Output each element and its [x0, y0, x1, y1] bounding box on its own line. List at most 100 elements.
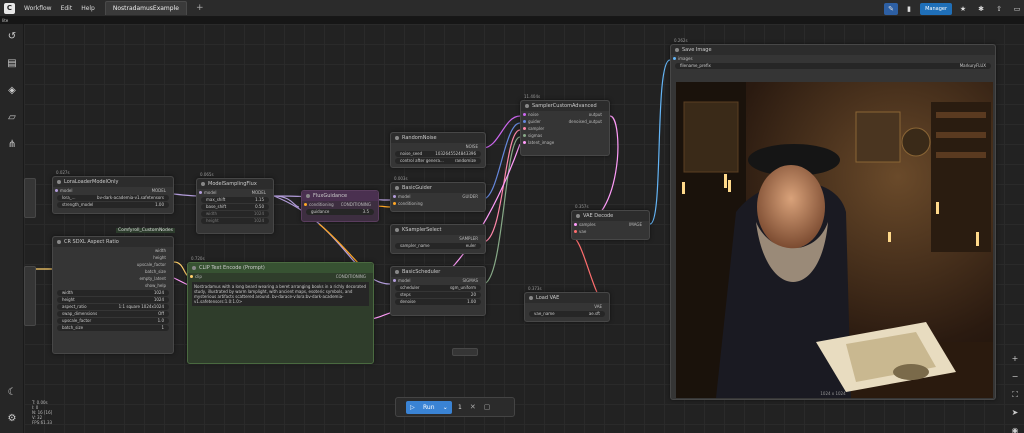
run-button[interactable]: ▷ Run ⌄: [406, 400, 452, 414]
basic-guider-node[interactable]: 0.003s BasicGuider model GUIDER condition…: [390, 176, 486, 212]
node-title[interactable]: VAE Decode: [572, 211, 649, 221]
output-slot[interactable]: NOISE: [391, 143, 485, 150]
basic-scheduler-node[interactable]: BasicScheduler model SIGMAS scheduler sgm_…: [390, 266, 486, 316]
chevron-down-icon[interactable]: ⌄: [443, 401, 448, 414]
output-slot[interactable]: batch_size: [53, 268, 173, 275]
height-widget[interactable]: height 1024: [201, 218, 269, 224]
input-slot[interactable]: model MODEL: [197, 189, 273, 196]
input-slot[interactable]: model SIGMAS: [391, 277, 485, 284]
swap-dimensions-combo[interactable]: swap_dimensions Off: [57, 311, 169, 317]
zoom-out-icon[interactable]: −: [1008, 370, 1022, 383]
menu-help[interactable]: Help: [81, 5, 95, 12]
batch-size-widget[interactable]: batch_size 1: [57, 325, 169, 331]
add-tab-button[interactable]: +: [196, 3, 204, 13]
noise-seed-widget[interactable]: noise_seed 1032645524843396: [395, 151, 481, 157]
node-title[interactable]: CR SDXL Aspect Ratio: [53, 237, 173, 247]
input-slot[interactable]: vae: [572, 228, 649, 235]
steps-widget[interactable]: steps 20: [395, 292, 481, 298]
vae-name-combo[interactable]: vae_name ae.sft: [529, 311, 605, 317]
partial-node-left[interactable]: [24, 178, 36, 218]
input-slot[interactable]: conditioning CONDITIONING: [302, 201, 378, 208]
output-slot[interactable]: VAE: [525, 303, 609, 310]
lora-loader-node[interactable]: 0.027s LoraLoaderModelOnly model MODEL lo…: [52, 170, 174, 214]
batch-count-input[interactable]: 1: [458, 404, 462, 411]
vae-decode-node[interactable]: 0.357s VAE Decode samples IMAGE vae: [571, 204, 650, 240]
theme-moon-icon[interactable]: ☾: [5, 386, 19, 400]
upscale-factor-widget[interactable]: upscale_factor 1.0: [57, 318, 169, 324]
panel-toggle-icon[interactable]: ▭: [1010, 3, 1024, 15]
strength-widget[interactable]: strength_model 1.00: [57, 202, 169, 208]
max-shift-widget[interactable]: max_shift 1.15: [201, 197, 269, 203]
sampler-name-combo[interactable]: sampler_name euler: [395, 243, 481, 249]
ksampler-select-node[interactable]: KSamplerSelect SAMPLER sampler_name euler: [390, 224, 486, 254]
node-title[interactable]: RandomNoise: [391, 133, 485, 143]
partial-node-left[interactable]: [24, 266, 36, 326]
manager-button[interactable]: Manager: [920, 2, 952, 15]
menu-edit[interactable]: Edit: [61, 5, 73, 12]
prompt-textarea[interactable]: Nostradamus with a long beard wearing a …: [192, 282, 369, 306]
output-slot[interactable]: SAMPLER: [391, 235, 485, 242]
base-shift-widget[interactable]: base_shift 0.50: [201, 204, 269, 210]
graph-canvas[interactable]: 0.027s LoraLoaderModelOnly model MODEL lo…: [24, 24, 1024, 433]
folder-icon[interactable]: ▱: [5, 111, 19, 125]
output-slot[interactable]: show_help: [53, 282, 173, 289]
lora-name-combo[interactable]: lora_... bv-dark-academia-v1.safetensors: [57, 195, 169, 201]
visibility-icon[interactable]: ◉: [1008, 424, 1022, 433]
input-slot[interactable]: model GUIDER: [391, 193, 485, 200]
history-icon[interactable]: ↺: [5, 30, 19, 44]
fit-view-icon[interactable]: ⛶: [1008, 388, 1022, 401]
zoom-in-icon[interactable]: +: [1008, 352, 1022, 365]
bookmark-icon[interactable]: ▮: [902, 3, 916, 15]
star-icon[interactable]: ★: [956, 3, 970, 15]
share-icon[interactable]: ⇧: [992, 3, 1006, 15]
settings-icon[interactable]: ✱: [974, 3, 988, 15]
close-icon[interactable]: ✕: [470, 403, 476, 411]
load-vae-node[interactable]: 0.373s Load VAE VAE vae_name ae.sft: [524, 286, 610, 322]
node-title[interactable]: Save Image: [671, 45, 995, 55]
input-slot[interactable]: sigmas: [521, 132, 609, 139]
stop-icon[interactable]: ▢: [484, 403, 491, 411]
node-title[interactable]: BasicScheduler: [391, 267, 485, 277]
input-slot[interactable]: samples IMAGE: [572, 221, 649, 228]
node-title[interactable]: FluxGuidance: [302, 191, 378, 201]
model-sampling-flux-node[interactable]: 0.065s ModelSamplingFlux model MODEL max_…: [196, 172, 274, 234]
save-image-node[interactable]: 0.262s Save Image images filename_prefix…: [670, 38, 996, 400]
input-slot[interactable]: model MODEL: [53, 187, 173, 194]
pointer-icon[interactable]: ➤: [1008, 406, 1022, 419]
control-after-generate-widget[interactable]: control after genera... randomize: [395, 158, 481, 164]
flux-guidance-node[interactable]: FluxGuidance conditioning CONDITIONING gu…: [301, 190, 379, 222]
clip-text-encode-node[interactable]: 0.720s CLIP Text Encode (Prompt) clip CON…: [187, 256, 374, 364]
aspect-ratio-combo[interactable]: aspect_ratio 1:1 square 1024x1024: [57, 304, 169, 310]
input-slot[interactable]: guider denoised_output: [521, 118, 609, 125]
input-slot[interactable]: sampler: [521, 125, 609, 132]
node-title[interactable]: KSamplerSelect: [391, 225, 485, 235]
aspect-ratio-node[interactable]: CR SDXL Aspect Ratio width height upscal…: [52, 236, 174, 354]
height-widget[interactable]: height 1024: [57, 297, 169, 303]
input-slot[interactable]: noise output: [521, 111, 609, 118]
output-slot[interactable]: empty_latent: [53, 275, 173, 282]
input-slot[interactable]: latent_image: [521, 139, 609, 146]
filename-prefix-widget[interactable]: filename_prefix MarkuryFLUX: [675, 63, 991, 69]
scheduler-combo[interactable]: scheduler sgm_uniform: [395, 285, 481, 291]
menu-workflow[interactable]: Workflow: [24, 5, 52, 12]
node-title[interactable]: SamplerCustomAdvanced: [521, 101, 609, 111]
comfy-logo-icon[interactable]: C: [4, 2, 15, 14]
guidance-widget[interactable]: guidance 3.5: [306, 209, 374, 215]
node-library-icon[interactable]: ◈: [5, 84, 19, 98]
queue-list-icon[interactable]: ▤: [5, 57, 19, 71]
input-slot[interactable]: clip CONDITIONING: [188, 273, 373, 280]
settings-gear-icon[interactable]: ⚙: [5, 412, 19, 426]
node-title[interactable]: BasicGuider: [391, 183, 485, 193]
node-title[interactable]: CLIP Text Encode (Prompt): [188, 263, 373, 273]
input-slot[interactable]: images: [671, 55, 995, 62]
sampler-custom-advanced-node[interactable]: 11.404s SamplerCustomAdvanced noise outpu…: [520, 94, 610, 156]
node-title[interactable]: ModelSamplingFlux: [197, 179, 273, 189]
output-slot[interactable]: upscale_factor: [53, 261, 173, 268]
input-slot[interactable]: conditioning: [391, 200, 485, 207]
output-slot[interactable]: height: [53, 254, 173, 261]
output-slot[interactable]: width: [53, 247, 173, 254]
width-widget[interactable]: width 1024: [57, 290, 169, 296]
random-noise-node[interactable]: RandomNoise NOISE noise_seed 103264552484…: [390, 132, 486, 168]
node-title[interactable]: LoraLoaderModelOnly: [53, 177, 173, 187]
reroute-node[interactable]: [452, 348, 478, 356]
